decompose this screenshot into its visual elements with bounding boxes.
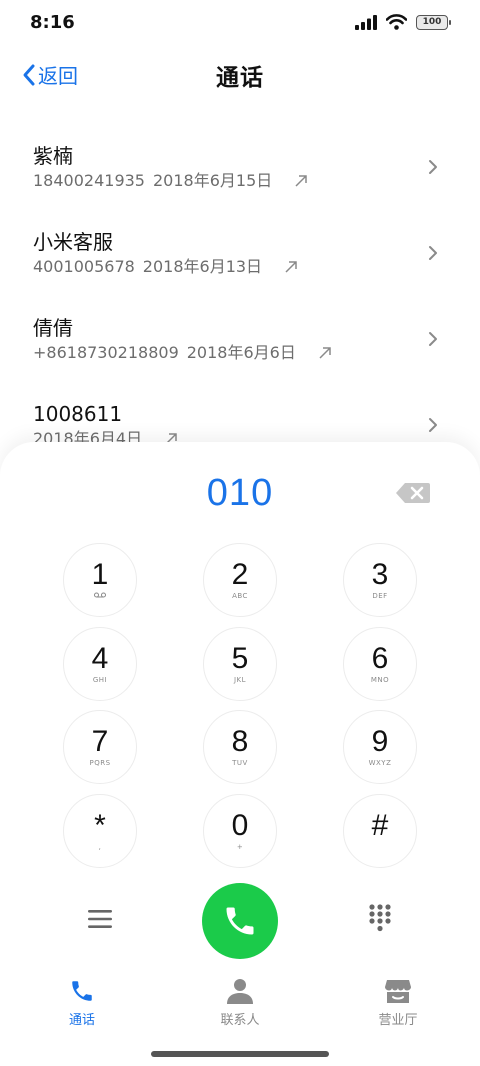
status-icons: 100	[355, 14, 451, 30]
phone-icon	[72, 981, 92, 1001]
key-5[interactable]: 5 JKL	[203, 627, 277, 701]
key-letters: ABC	[232, 592, 248, 600]
call-item[interactable]: 紫楠 18400241935 2018年6月15日	[0, 126, 480, 212]
header: 返回 通话	[0, 52, 480, 98]
signal-icon	[355, 14, 377, 30]
key-letters: JKL	[233, 676, 247, 684]
tab-label: 通话	[68, 1013, 95, 1028]
dialpad-icon	[369, 904, 391, 932]
key-digit: 8	[231, 725, 249, 758]
call-number: 18400241935	[33, 171, 145, 190]
key-4[interactable]: 4 GHI	[63, 627, 137, 701]
key-digit: 0	[231, 809, 249, 842]
key-1[interactable]: 1	[63, 543, 137, 617]
back-label: 返回	[38, 64, 78, 88]
call-name: 倩倩	[33, 316, 73, 340]
key-letters: TUV	[232, 759, 248, 767]
phone-icon	[226, 907, 254, 935]
key-digit: 1	[91, 558, 109, 591]
outgoing-call-icon	[318, 346, 332, 360]
key-letters: ,	[98, 843, 102, 851]
tab-label: 联系人	[220, 1013, 260, 1028]
key-3[interactable]: 3 DEF	[343, 543, 417, 617]
tab-contacts[interactable]: 联系人	[190, 978, 290, 1028]
call-item[interactable]: 小米客服 4001005678 2018年6月13日	[0, 212, 480, 298]
key-digit: 3	[371, 558, 389, 591]
key-2[interactable]: 2 ABC	[203, 543, 277, 617]
status-time: 8:16	[30, 11, 75, 33]
key-letters: +	[236, 843, 244, 851]
key-digit: 9	[371, 725, 389, 758]
person-icon	[227, 979, 253, 1004]
key-letters: MNO	[370, 676, 390, 684]
page-title: 通话	[216, 65, 264, 91]
key-star[interactable]: * ,	[63, 794, 137, 868]
key-digit: 5	[231, 642, 249, 675]
outgoing-call-icon	[284, 260, 298, 274]
key-digit: 6	[371, 642, 389, 675]
key-0[interactable]: 0 +	[203, 794, 277, 868]
call-history-list: 紫楠 18400241935 2018年6月15日 小米客服 400100567…	[0, 126, 480, 470]
tab-store[interactable]: 营业厅	[348, 978, 448, 1028]
key-9[interactable]: 9 WXYZ	[343, 710, 417, 784]
key-7[interactable]: 7 PQRS	[63, 710, 137, 784]
call-name: 紫楠	[33, 144, 73, 168]
back-button[interactable]: 返回	[22, 60, 78, 89]
key-digit: 7	[91, 725, 109, 758]
battery-icon: 100	[416, 14, 451, 30]
chevron-right-icon	[429, 332, 437, 346]
dialpad-toggle-button[interactable]	[364, 901, 396, 935]
menu-icon	[88, 910, 112, 928]
wifi-icon	[386, 14, 407, 30]
key-digit: 2	[231, 558, 249, 591]
key-digit: 4	[91, 642, 109, 675]
status-bar: 8:16 100	[0, 0, 480, 44]
key-digit: *	[94, 809, 106, 842]
call-date: 2018年6月15日	[152, 171, 273, 190]
key-hash[interactable]: #	[343, 794, 417, 868]
chevron-right-icon	[429, 246, 437, 260]
key-letters: WXYZ	[368, 759, 392, 767]
call-number: 4001005678	[33, 257, 135, 276]
tab-calls[interactable]: 通话	[32, 978, 132, 1028]
call-number: +8618730218809	[33, 343, 179, 362]
key-letters: GHI	[92, 676, 108, 684]
key-6[interactable]: 6 MNO	[343, 627, 417, 701]
call-button[interactable]	[202, 883, 278, 959]
key-8[interactable]: 8 TUV	[203, 710, 277, 784]
chevron-left-icon	[23, 64, 35, 85]
store-icon	[385, 980, 411, 1003]
call-item[interactable]: 倩倩 +8618730218809 2018年6月6日	[0, 298, 480, 384]
key-digit: #	[371, 809, 389, 842]
menu-button[interactable]	[84, 903, 116, 935]
chevron-right-icon	[429, 160, 437, 174]
chevron-right-icon	[429, 418, 437, 432]
dialpad-sheet: 010 1 2 ABC 3 DEF 4 GHI 5 JKL 6 MNO 7 PQ…	[0, 442, 480, 1066]
call-name: 1008611	[33, 402, 123, 426]
call-name: 小米客服	[33, 230, 113, 254]
call-date: 2018年6月6日	[186, 343, 296, 362]
tab-label: 营业厅	[378, 1013, 418, 1028]
key-letters: PQRS	[89, 759, 111, 767]
key-letters: DEF	[372, 592, 388, 600]
backspace-icon	[396, 483, 430, 503]
outgoing-call-icon	[294, 174, 308, 188]
backspace-button[interactable]	[396, 482, 430, 508]
tab-bar: 通话 联系人 营业厅	[0, 978, 480, 1038]
call-date: 2018年6月13日	[142, 257, 263, 276]
voicemail-icon	[94, 591, 106, 601]
home-indicator	[151, 1051, 329, 1057]
